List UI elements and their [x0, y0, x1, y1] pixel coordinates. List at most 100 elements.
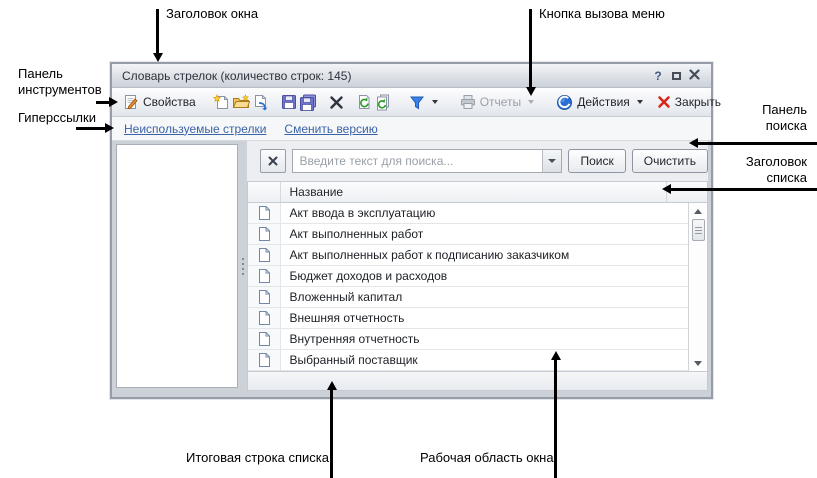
refresh-all-icon: [374, 94, 392, 111]
window-close-button[interactable]: [685, 69, 703, 83]
search-reset-button[interactable]: [260, 149, 286, 173]
printer-icon: [460, 94, 476, 110]
arrowhead-hyperlinks: [105, 123, 114, 133]
copy-item-icon: [252, 94, 269, 111]
refresh-button[interactable]: [356, 91, 372, 113]
list-item[interactable]: Внутренняя отчетность: [248, 329, 688, 350]
hyperlinks-bar: Неиспользуемые стрелки Сменить версию: [112, 117, 711, 141]
title-bar[interactable]: Словарь стрелок (количество строк: 145) …: [112, 64, 711, 88]
properties-label: Свойства: [143, 95, 196, 109]
scroll-down-button[interactable]: [689, 355, 707, 371]
list-item[interactable]: Акт ввода в эксплуатацию: [248, 203, 688, 224]
save-all-button[interactable]: [299, 91, 317, 113]
close-red-icon: [657, 95, 671, 109]
arrow-hyperlinks: [76, 127, 106, 130]
list-body: Акт ввода в эксплуатацию: [248, 203, 707, 371]
tree-panel[interactable]: [116, 144, 238, 388]
refresh-icon: [356, 94, 372, 110]
list-item-icon-cell: [248, 350, 281, 370]
open-item-button[interactable]: [232, 91, 250, 113]
window-body: Поиск Очистить Название: [112, 141, 711, 391]
search-history-dropdown[interactable]: [542, 150, 561, 172]
delete-icon: [329, 95, 344, 110]
list-item-label: Акт выполненных работ к подписанию заказ…: [281, 245, 688, 265]
filter-button[interactable]: [404, 93, 443, 112]
copy-item-button[interactable]: [252, 91, 269, 113]
arrowhead-menu-button: [526, 87, 536, 96]
filter-icon: [409, 95, 425, 110]
document-icon: [258, 290, 270, 304]
callout-menu-button: Кнопка вызова меню: [539, 6, 665, 22]
save-all-icon: [299, 94, 317, 111]
window-title: Словарь стрелок (количество строк: 145): [122, 69, 649, 83]
refresh-all-button[interactable]: [374, 91, 392, 113]
new-item-button[interactable]: [213, 91, 230, 113]
callout-work-area: Рабочая область окна: [420, 450, 554, 466]
list-item[interactable]: Бюджет доходов и расходов: [248, 266, 688, 287]
work-area: Поиск Очистить Название: [247, 141, 708, 391]
list-item-icon-cell: [248, 329, 281, 349]
scroll-up-button[interactable]: [689, 203, 707, 219]
save-button[interactable]: [281, 91, 297, 113]
callout-list-header: Заголовок списка: [717, 154, 807, 186]
arrowhead-work-area: [551, 351, 561, 360]
summary-row: [247, 372, 708, 391]
document-icon: [258, 206, 270, 220]
arrow-search-panel: [698, 142, 817, 145]
list-item[interactable]: Акт выполненных работ к подписанию заказ…: [248, 245, 688, 266]
name-column-header[interactable]: Название: [281, 182, 666, 202]
list-item[interactable]: Вложенный капитал: [248, 287, 688, 308]
list-item-label: Акт ввода в эксплуатацию: [281, 203, 688, 223]
arrow-menu-button: [529, 9, 532, 88]
callout-summary-row: Итоговая строка списка: [186, 450, 329, 466]
clear-button[interactable]: Очистить: [632, 149, 708, 173]
vertical-scrollbar[interactable]: [688, 203, 707, 371]
open-item-icon: [232, 94, 250, 110]
list-item-icon-cell: [248, 245, 281, 265]
list-item-label: Выбранный поставщик: [281, 350, 688, 370]
list-area: Название: [247, 181, 708, 372]
search-button[interactable]: Поиск: [568, 149, 625, 173]
list-header-row[interactable]: Название: [248, 182, 707, 203]
scrollbar-thumb[interactable]: [692, 219, 705, 241]
callout-window-title: Заголовок окна: [166, 6, 258, 22]
list-rows: Акт ввода в эксплуатацию: [248, 203, 688, 371]
arrowhead-window-title: [153, 53, 163, 62]
delete-button[interactable]: [329, 91, 344, 113]
properties-button[interactable]: Свойства: [118, 92, 201, 112]
list-item-icon-cell: [248, 308, 281, 328]
actions-dropdown-caret: [637, 100, 643, 104]
list-item[interactable]: Акт выполненных работ: [248, 224, 688, 245]
close-label: Закрыть: [675, 95, 721, 109]
close-icon: [689, 69, 700, 80]
help-button[interactable]: ?: [649, 69, 667, 83]
list-item-label: Внешняя отчетность: [281, 308, 688, 328]
search-input[interactable]: [293, 150, 542, 172]
triangle-down-icon: [694, 361, 702, 366]
toolbar: Свойства: [112, 88, 711, 117]
maximize-icon: [672, 72, 681, 80]
reports-label: Отчеты: [480, 95, 521, 109]
link-change-version[interactable]: Сменить версию: [284, 122, 377, 136]
document-icon: [258, 332, 270, 346]
list-item[interactable]: Выбранный поставщик: [248, 350, 688, 371]
clear-x-icon: [268, 156, 278, 166]
properties-icon: [123, 94, 139, 110]
list-item-icon-cell: [248, 266, 281, 286]
search-panel: Поиск Очистить: [247, 141, 708, 181]
document-icon: [258, 248, 270, 262]
link-unused-arrows[interactable]: Неиспользуемые стрелки: [124, 122, 266, 136]
close-button[interactable]: Закрыть: [652, 93, 726, 111]
reports-dropdown-caret: [528, 100, 534, 104]
maximize-button[interactable]: [667, 69, 685, 83]
callout-hyperlinks: Гиперссылки: [18, 110, 96, 126]
list-item[interactable]: Внешняя отчетность: [248, 308, 688, 329]
actions-button[interactable]: Действия: [551, 92, 648, 113]
splitter-handle[interactable]: [238, 141, 248, 391]
document-icon: [258, 227, 270, 241]
arrowhead-list-header: [662, 184, 671, 194]
arrow-toolbar: [96, 101, 110, 104]
arrow-summary-row: [330, 390, 333, 478]
list-item-label: Вложенный капитал: [281, 287, 688, 307]
arrow-work-area: [554, 360, 557, 478]
